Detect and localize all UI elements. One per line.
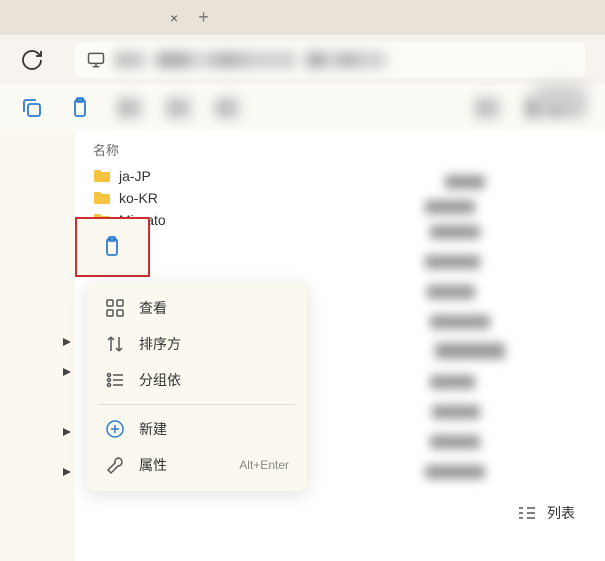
menu-label: 属性 — [139, 455, 167, 475]
menu-divider — [99, 404, 295, 405]
close-tab-icon[interactable]: × — [170, 10, 178, 26]
menu-new[interactable]: 新建 — [87, 411, 307, 447]
list-icon — [517, 506, 537, 520]
sidebar-edge — [0, 130, 75, 561]
menu-properties[interactable]: 属性 Alt+Enter — [87, 447, 307, 483]
menu-label: 分组依 — [139, 370, 181, 390]
context-menu: 查看 排序方 分组依 新建 属性 Alt+Enter — [87, 282, 307, 491]
tab-bar: × + — [0, 0, 605, 35]
plus-circle-icon — [105, 419, 125, 439]
menu-group[interactable]: 分组依 — [87, 362, 307, 398]
paste-icon[interactable] — [69, 96, 93, 120]
folder-item[interactable]: Migrato — [75, 209, 605, 231]
column-header-name[interactable]: 名称 — [75, 140, 605, 165]
folder-item[interactable]: ja-JP — [75, 165, 605, 187]
address-bar[interactable] — [74, 42, 585, 78]
view-mode-label: 列表 — [547, 503, 575, 523]
paste-icon — [101, 235, 125, 259]
menu-label: 排序方 — [139, 334, 181, 354]
folder-icon — [93, 169, 111, 183]
menu-view[interactable]: 查看 — [87, 290, 307, 326]
group-icon — [105, 370, 125, 390]
menu-sort[interactable]: 排序方 — [87, 326, 307, 362]
view-mode-toggle[interactable]: 列表 — [517, 503, 575, 523]
monitor-icon — [86, 50, 106, 70]
menu-label: 新建 — [139, 419, 167, 439]
wrench-icon — [105, 455, 125, 475]
copy-icon[interactable] — [20, 96, 44, 120]
refresh-button[interactable] — [20, 48, 44, 72]
menu-shortcut: Alt+Enter — [239, 458, 289, 472]
folder-name: ko-KR — [119, 190, 158, 206]
folder-name: ja-JP — [119, 168, 151, 184]
highlighted-paste-icon[interactable] — [75, 217, 150, 277]
file-list: 名称 ja-JP ko-KR Migrato 查看 排序方 — [75, 130, 605, 561]
new-tab-icon[interactable]: + — [198, 7, 209, 28]
folder-item[interactable]: ko-KR — [75, 187, 605, 209]
grid-icon — [105, 298, 125, 318]
folder-icon — [93, 191, 111, 205]
menu-label: 查看 — [139, 298, 167, 318]
toolbar — [0, 35, 605, 85]
action-bar — [0, 85, 605, 130]
sort-icon — [105, 334, 125, 354]
